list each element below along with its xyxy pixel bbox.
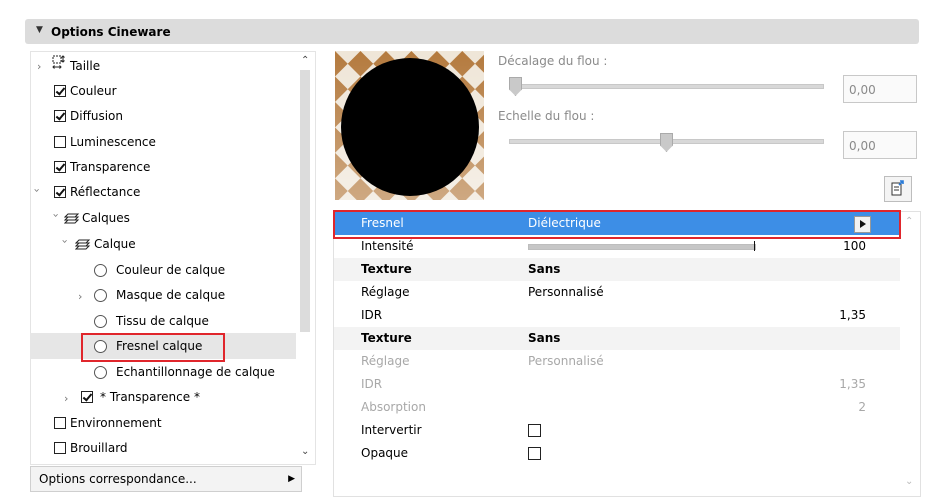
highlight-box [333, 210, 901, 239]
tree-item-brouillard[interactable]: Brouillard [70, 436, 128, 460]
environnement-checkbox[interactable] [54, 417, 66, 429]
reglage-name: Réglage [361, 354, 410, 368]
grid-row-reglage-1[interactable]: Réglage Personnalisé [334, 281, 900, 304]
couleur-checkbox[interactable] [54, 85, 66, 97]
transparence-layer-checkbox[interactable] [81, 391, 93, 403]
expand-chevron-icon[interactable]: › [37, 60, 41, 73]
export-icon [891, 180, 904, 196]
texture-name: Texture [361, 331, 412, 345]
shader-circle-icon [94, 264, 107, 277]
shader-circle-icon [94, 289, 107, 302]
brouillard-checkbox[interactable] [54, 442, 66, 454]
idr-value[interactable]: 1,35 [839, 304, 866, 327]
reglage-name: Réglage [361, 285, 410, 299]
tree-item-tissu-de-calque[interactable]: Tissu de calque [116, 309, 209, 333]
grid-row-texture-2[interactable]: Texture Sans [334, 327, 900, 350]
texture-value: Sans [528, 331, 561, 345]
absorption-value: 2 [858, 400, 866, 414]
intensity-bar-end [754, 241, 755, 251]
tree-item-couleur[interactable]: Couleur [70, 79, 117, 103]
tree-item-echantillonnage[interactable]: Echantillonnage de calque [116, 360, 275, 384]
grid-row-opaque[interactable]: Opaque [334, 442, 900, 465]
resize-icon [52, 55, 65, 69]
settings-grid: Fresnel Diélectrique Intensité 100 Textu… [333, 211, 921, 497]
layers-icon [63, 211, 80, 228]
options-correspondance-label: Options correspondance... [39, 472, 197, 486]
idr-name: IDR [361, 377, 383, 391]
scroll-down-icon[interactable]: ⌄ [301, 446, 309, 457]
tree-item-diffusion[interactable]: Diffusion [70, 104, 123, 128]
scale-value-field[interactable]: 0,00 [843, 131, 917, 159]
export-preview-button[interactable] [884, 176, 912, 202]
tree-item-couleur-de-calque[interactable]: Couleur de calque [116, 258, 225, 282]
expanded-chevron-icon[interactable]: › [50, 213, 63, 217]
shader-circle-icon [94, 366, 107, 379]
options-correspondance-button[interactable]: Options correspondance... ▶ [30, 466, 302, 492]
grid-scroll-down-icon[interactable]: ⌄ [905, 476, 913, 487]
shader-circle-icon [94, 340, 107, 353]
grid-row-texture-1[interactable]: Texture Sans [334, 258, 900, 281]
grid-row-idr-2: IDR 1,35 [334, 373, 900, 396]
diffusion-checkbox[interactable] [54, 110, 66, 122]
reglage-value: Personnalisé [528, 354, 604, 368]
expand-chevron-icon[interactable]: › [64, 392, 68, 405]
opaque-checkbox[interactable] [528, 447, 541, 460]
tree-item-masque-de-calque[interactable]: Masque de calque [116, 283, 225, 307]
reflectance-checkbox[interactable] [54, 186, 66, 198]
tree-item-transparence-layer[interactable]: * Transparence * [100, 385, 200, 409]
grid-row-absorption: Absorption 2 [334, 396, 900, 419]
tree-item-fresnel-calque[interactable]: Fresnel calque [116, 334, 202, 358]
layers-icon [74, 237, 91, 254]
grid-row-intervertir[interactable]: Intervertir [334, 419, 900, 442]
panel-title: Options Cineware [51, 25, 171, 39]
shader-circle-icon [94, 315, 107, 328]
reglage-value: Personnalisé [528, 285, 604, 299]
offset-label: Décalage du flou : [498, 54, 608, 68]
transparence-checkbox[interactable] [54, 161, 66, 173]
expanded-chevron-icon[interactable]: › [31, 188, 44, 192]
intensity-bar[interactable] [528, 244, 756, 250]
offset-slider-track[interactable] [509, 84, 824, 89]
menu-arrow-icon: ▶ [288, 474, 295, 484]
grid-scroll-up-icon[interactable]: ⌃ [905, 216, 913, 227]
intervertir-name: Intervertir [361, 423, 422, 437]
luminescence-checkbox[interactable] [54, 136, 66, 148]
intervertir-checkbox[interactable] [528, 424, 541, 437]
texture-name: Texture [361, 262, 412, 276]
collapse-arrow-icon[interactable]: ▼ [36, 25, 43, 35]
tree-item-calque[interactable]: Calque [94, 232, 136, 256]
material-preview [335, 51, 484, 200]
tree-scrollbar-thumb[interactable] [300, 70, 310, 332]
scroll-up-icon[interactable]: ⌃ [301, 55, 309, 66]
grid-row-idr-1[interactable]: IDR 1,35 [334, 304, 900, 327]
grid-row-reglage-2: Réglage Personnalisé [334, 350, 900, 373]
tree-item-transparence[interactable]: Transparence [70, 155, 150, 179]
expanded-chevron-icon[interactable]: › [59, 239, 72, 243]
tree-item-taille[interactable]: Taille [70, 54, 100, 78]
tree-item-environnement[interactable]: Environnement [70, 411, 162, 435]
idr-name: IDR [361, 308, 383, 322]
scale-label: Echelle du flou : [498, 109, 595, 123]
idr-value: 1,35 [839, 377, 866, 391]
absorption-name: Absorption [361, 400, 426, 414]
texture-value: Sans [528, 262, 561, 276]
offset-value-field[interactable]: 0,00 [843, 75, 917, 103]
tree-item-luminescence[interactable]: Luminescence [70, 130, 156, 154]
tree-item-calques[interactable]: Calques [82, 206, 130, 230]
opaque-name: Opaque [361, 446, 409, 460]
tree-item-reflectance[interactable]: Réflectance [70, 180, 140, 204]
expand-chevron-icon[interactable]: › [78, 290, 82, 303]
